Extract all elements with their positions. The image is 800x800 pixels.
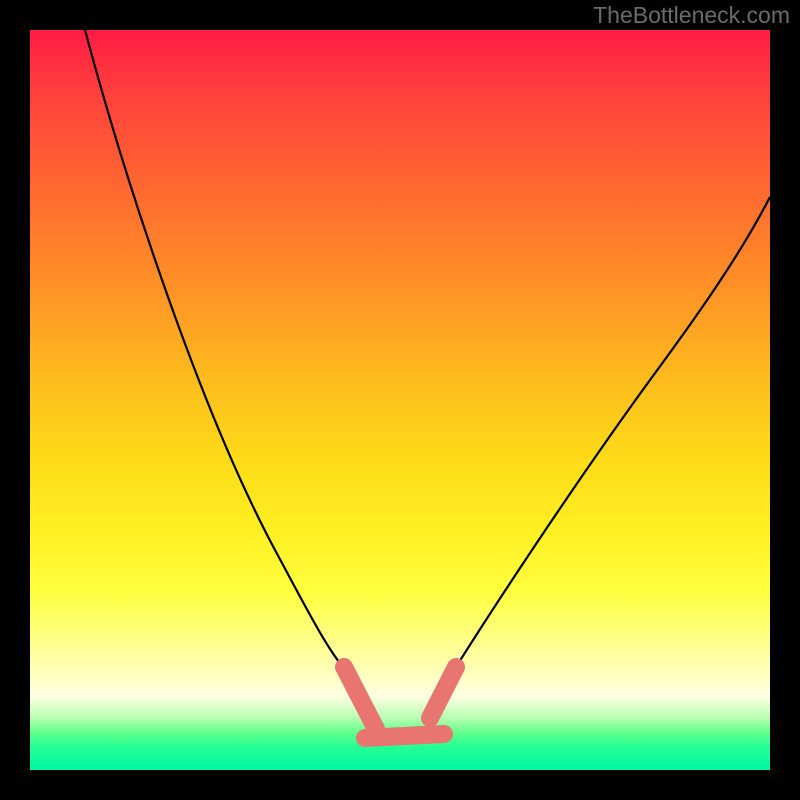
- plot-area: [30, 30, 770, 770]
- pink-bottom-segment: [365, 734, 444, 738]
- right-black-curve: [446, 197, 770, 683]
- chart-frame: TheBottleneck.com: [0, 0, 800, 800]
- pink-left-segment: [344, 667, 376, 729]
- watermark-text: TheBottleneck.com: [593, 2, 790, 29]
- pink-right-segment: [430, 667, 456, 718]
- left-black-curve: [85, 30, 350, 675]
- curves-svg: [30, 30, 770, 770]
